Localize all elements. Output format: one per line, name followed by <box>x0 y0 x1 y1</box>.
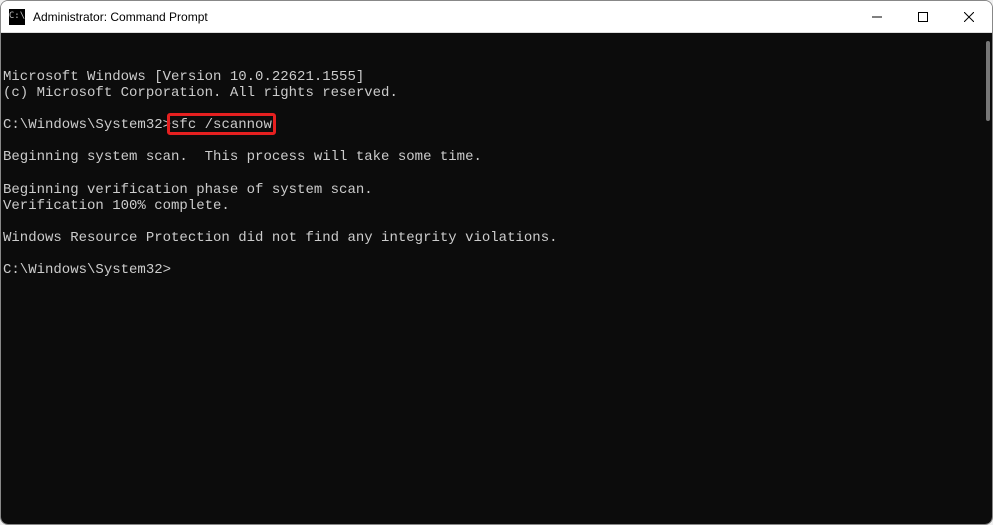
cmd-icon-glyph: C:\ <box>9 12 25 21</box>
terminal-line: Microsoft Windows [Version 10.0.22621.15… <box>3 69 990 85</box>
cmd-icon: C:\ <box>9 9 25 25</box>
terminal-line: Beginning verification phase of system s… <box>3 182 990 198</box>
terminal-line: Verification 100% complete. <box>3 198 990 214</box>
terminal-lines-container: Microsoft Windows [Version 10.0.22621.15… <box>3 69 990 278</box>
terminal-line: C:\Windows\System32> <box>3 262 990 278</box>
highlighted-command: sfc /scannow <box>171 117 272 133</box>
terminal-line <box>3 133 990 149</box>
window-title: Administrator: Command Prompt <box>33 10 854 24</box>
terminal-line <box>3 101 990 117</box>
terminal-line: C:\Windows\System32>sfc /scannow <box>3 117 990 133</box>
terminal-line: Beginning system scan. This process will… <box>3 149 990 165</box>
minimize-icon <box>872 12 882 22</box>
close-button[interactable] <box>946 1 992 32</box>
titlebar[interactable]: C:\ Administrator: Command Prompt <box>1 1 992 33</box>
maximize-icon <box>918 12 928 22</box>
command-prompt-window: C:\ Administrator: Command Prompt <box>0 0 993 525</box>
maximize-button[interactable] <box>900 1 946 32</box>
terminal-line <box>3 214 990 230</box>
terminal-line <box>3 246 990 262</box>
minimize-button[interactable] <box>854 1 900 32</box>
window-controls <box>854 1 992 32</box>
terminal-line: (c) Microsoft Corporation. All rights re… <box>3 85 990 101</box>
close-icon <box>964 12 974 22</box>
prompt-text: C:\Windows\System32> <box>3 117 171 133</box>
terminal-output[interactable]: Microsoft Windows [Version 10.0.22621.15… <box>1 33 992 524</box>
terminal-line <box>3 166 990 182</box>
scrollbar[interactable] <box>986 41 990 121</box>
terminal-line: Windows Resource Protection did not find… <box>3 230 990 246</box>
